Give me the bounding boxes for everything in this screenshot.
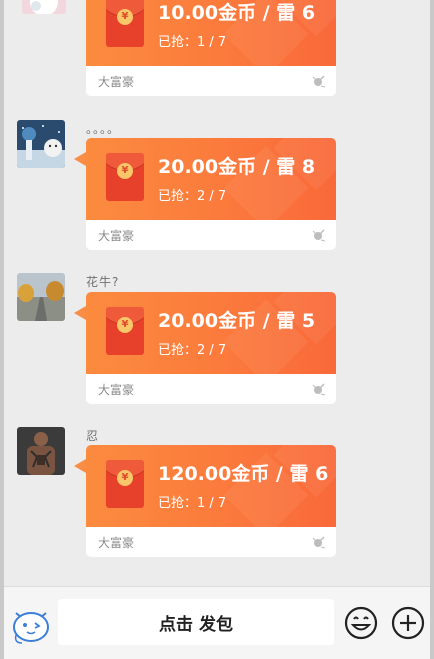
red-packet-body: ¥ 120.00金币 / 雷 6 已抢：1 / 7 — [86, 445, 336, 527]
envelope-icon: ¥ — [106, 0, 144, 47]
red-packet-footer: 大富豪 — [86, 66, 336, 96]
envelope-icon: ¥ — [106, 153, 144, 201]
packet-grabbed: 已抢：2 / 7 — [158, 343, 227, 358]
plus-icon[interactable] — [391, 606, 425, 640]
packet-brand: 大富豪 — [98, 75, 135, 89]
mine-icon — [312, 383, 326, 396]
avatar[interactable] — [17, 273, 65, 321]
packet-amount: 10.00金币 / 雷 6 — [158, 2, 316, 24]
packet-amount: 20.00金币 / 雷 5 — [158, 310, 316, 332]
red-packet[interactable]: ¥ 20.00金币 / 雷 5 已抢：2 / 7 大富豪 — [74, 292, 336, 404]
avatar[interactable] — [22, 0, 66, 14]
packet-amount: 20.00金币 / 雷 8 — [158, 156, 316, 178]
envelope-icon: ¥ — [106, 307, 144, 355]
red-packet-body: ¥ 20.00金币 / 雷 8 已抢：2 / 7 — [86, 138, 336, 220]
red-packet[interactable]: ¥ 120.00金币 / 雷 6 已抢：1 / 7 大富豪 — [74, 445, 336, 557]
packet-brand: 大富豪 — [98, 383, 135, 397]
red-packet-footer: 大富豪 — [86, 374, 336, 404]
red-packet-body: ¥ 10.00金币 / 雷 6 已抢：1 / 7 — [86, 0, 336, 66]
emoji-icon[interactable] — [344, 606, 378, 640]
red-packet-footer: 大富豪 — [86, 220, 336, 250]
chat-list[interactable]: ¥ 10.00金币 / 雷 6 已抢：1 / 7 大富豪 。。。。 ¥ 20.0… — [4, 0, 430, 586]
mine-icon — [312, 536, 326, 549]
red-packet[interactable]: ¥ 20.00金币 / 雷 8 已抢：2 / 7 大富豪 — [74, 138, 336, 250]
input-bar: 点击 发包 — [4, 586, 430, 659]
red-packet-body: ¥ 20.00金币 / 雷 5 已抢：2 / 7 — [86, 292, 336, 374]
avatar[interactable] — [17, 120, 65, 168]
red-packet-footer: 大富豪 — [86, 527, 336, 557]
packet-brand: 大富豪 — [98, 229, 135, 243]
packet-amount: 120.00金币 / 雷 6 — [158, 463, 329, 485]
envelope-icon: ¥ — [106, 460, 144, 508]
packet-grabbed: 已抢：2 / 7 — [158, 189, 227, 204]
app-frame: ¥ 10.00金币 / 雷 6 已抢：1 / 7 大富豪 。。。。 ¥ 20.0… — [0, 0, 434, 659]
mascot-icon[interactable] — [10, 605, 52, 647]
avatar-tattoo-man-icon — [17, 427, 65, 475]
packet-grabbed: 已抢：1 / 7 — [158, 496, 227, 511]
sender-name: 。。。。 — [86, 122, 121, 136]
packet-grabbed: 已抢：1 / 7 — [158, 35, 227, 50]
mine-icon — [312, 229, 326, 242]
avatar[interactable] — [17, 427, 65, 475]
send-packet-button[interactable]: 点击 发包 — [58, 599, 334, 645]
sender-name: 花牛? — [86, 275, 120, 289]
mine-icon — [312, 75, 326, 88]
avatar-road-trees-icon — [17, 273, 65, 321]
avatar-pink-cat-icon — [22, 0, 66, 14]
packet-brand: 大富豪 — [98, 536, 135, 550]
red-packet[interactable]: ¥ 10.00金币 / 雷 6 已抢：1 / 7 大富豪 — [86, 0, 336, 96]
sender-name: 忍 — [86, 429, 100, 443]
avatar-girl-snow-icon — [17, 120, 65, 168]
